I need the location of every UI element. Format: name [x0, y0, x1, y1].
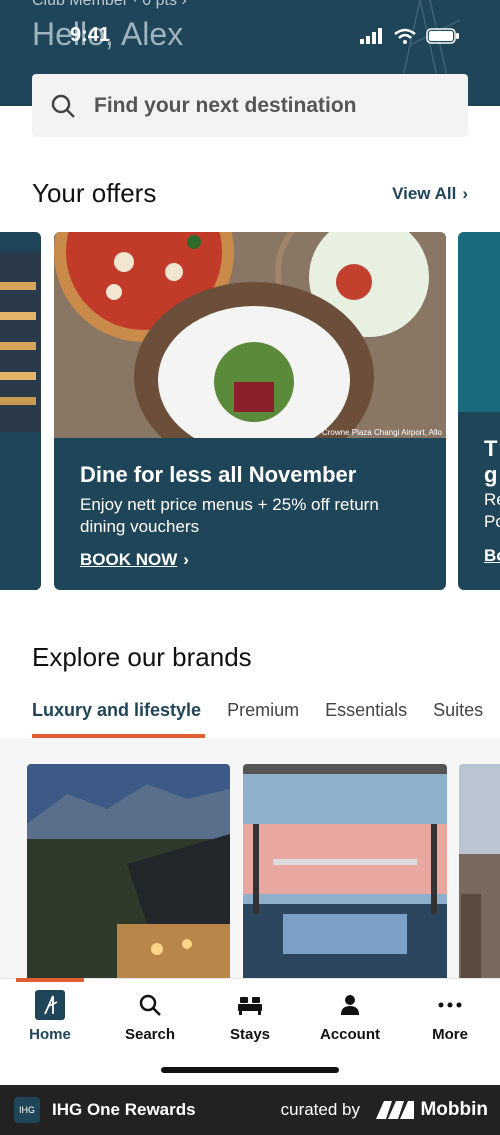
tab-essentials[interactable]: Essentials	[325, 700, 407, 721]
offer-next-line2: g	[484, 462, 498, 487]
nav-stays-label: Stays	[229, 1026, 271, 1043]
nav-active-indicator	[16, 978, 84, 982]
brand-card-1[interactable]	[27, 764, 230, 978]
nav-account[interactable]: Account	[300, 990, 400, 1043]
nav-search[interactable]: Search	[100, 990, 200, 1043]
nav-home-label: Home	[29, 1026, 71, 1043]
curated-by-label: curated by	[280, 1100, 360, 1119]
photo-credit: Crowne Plaza Changi Airport, Allo	[321, 428, 442, 437]
battery-icon	[426, 28, 459, 44]
book-now-link[interactable]: BOOK NOW ›	[80, 550, 426, 570]
offer-next-line1: T	[484, 436, 498, 461]
chevron-right-icon: ›	[183, 550, 189, 569]
home-indicator	[161, 1067, 339, 1073]
signal-icon	[360, 28, 382, 44]
app-name: IHG One Rewards	[52, 1100, 196, 1119]
nav-account-label: Account	[320, 1026, 380, 1043]
more-dots-icon	[438, 1002, 462, 1008]
hotel-photo	[0, 232, 41, 590]
member-status[interactable]: Club Member · 0 pts ›	[32, 0, 187, 10]
offer-title: Dine for less all November	[80, 462, 357, 487]
search-placeholder: Find your next destination	[94, 93, 357, 117]
bed-icon	[238, 997, 262, 1015]
offer-photo-next	[458, 232, 500, 412]
offer-body: Dine for less all November Enjoy nett pr…	[80, 462, 426, 570]
city-photo	[459, 764, 500, 978]
person-icon	[341, 995, 359, 1015]
nav-more-label: More	[432, 1026, 468, 1043]
brand-tabs: Luxury and lifestyle Premium Essentials …	[32, 700, 483, 721]
brand-card-2[interactable]	[243, 764, 447, 978]
food-photo	[54, 232, 446, 438]
offers-title: Your offers	[32, 178, 157, 208]
tab-suites[interactable]: Suites	[433, 700, 483, 721]
nav-stays[interactable]: Stays	[200, 990, 300, 1043]
resort-photo	[27, 764, 230, 978]
book-now-label: BOOK NOW	[80, 550, 178, 569]
ihg-logo-icon: IHG	[14, 1097, 40, 1123]
footer-banner: IHG IHG One Rewards curated by Mobbin	[0, 1085, 500, 1135]
mobbin-logo: Mobbin	[376, 1099, 488, 1121]
wifi-icon	[394, 28, 416, 44]
pool-photo	[243, 764, 447, 978]
offer-next-cta: Bo	[484, 546, 500, 565]
brands-title: Explore our brands	[32, 642, 252, 672]
offer-next-line4: Po	[484, 512, 500, 531]
status-time: 9:41	[70, 24, 111, 46]
search-icon	[51, 94, 75, 118]
brand-card-3[interactable]	[459, 764, 500, 978]
tab-premium[interactable]: Premium	[227, 700, 299, 721]
offer-next-line3: Re	[484, 490, 500, 509]
offer-card-next[interactable]: T g Re Po Bo	[458, 232, 500, 590]
destination-search[interactable]: Find your next destination	[32, 74, 468, 137]
nav-more[interactable]: More	[400, 990, 500, 1043]
chevron-right-icon: ›	[462, 184, 468, 203]
offer-description: Enjoy nett price menus + 25% off return …	[80, 495, 379, 536]
view-all-label: View All	[392, 184, 457, 203]
mobbin-label: Mobbin	[420, 1099, 488, 1120]
nav-home[interactable]: Home	[0, 990, 100, 1043]
home-logo-icon	[35, 990, 65, 1020]
view-all-link[interactable]: View All ›	[392, 184, 468, 204]
nav-search-label: Search	[124, 1026, 176, 1043]
tab-luxury-lifestyle[interactable]: Luxury and lifestyle	[32, 700, 201, 721]
search-icon	[139, 994, 161, 1016]
mobbin-mark-icon	[376, 1101, 415, 1119]
offer-card-dine[interactable]: Crowne Plaza Changi Airport, Allo Dine f…	[54, 232, 446, 590]
offer-card-previous[interactable]	[0, 232, 41, 590]
offer-next-text: T g Re Po Bo	[484, 412, 500, 566]
status-bar-icons	[360, 28, 460, 44]
